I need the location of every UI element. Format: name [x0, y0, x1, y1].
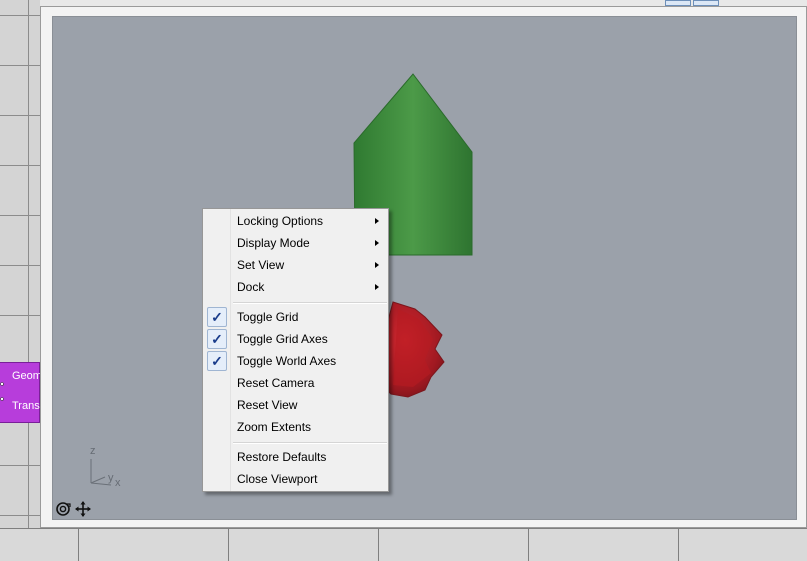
menu-separator: [233, 442, 387, 444]
menu-item-label: Restore Defaults: [237, 450, 327, 464]
menu-item-label: Zoom Extents: [237, 420, 312, 434]
submenu-arrow-icon: [375, 240, 379, 246]
menu-item-label: Toggle Grid: [237, 310, 299, 324]
menu-item-dock[interactable]: Dock: [205, 276, 386, 298]
checkmark-icon: ✓: [207, 351, 227, 371]
menu-item-restore-defaults[interactable]: Restore Defaults: [205, 446, 386, 468]
menu-item-toggle-world-axes[interactable]: ✓ Toggle World Axes: [205, 350, 386, 372]
submenu-arrow-icon: [375, 218, 379, 224]
checkmark-icon: ✓: [207, 329, 227, 349]
input-geometry-label: Geom: [12, 370, 40, 382]
menu-item-label: Reset View: [237, 398, 298, 412]
menu-item-toggle-grid-axes[interactable]: ✓ Toggle Grid Axes: [205, 328, 386, 350]
axis-z-label: z: [90, 445, 96, 457]
menu-item-reset-view[interactable]: Reset View: [205, 394, 386, 416]
3d-viewport[interactable]: z y x: [52, 16, 797, 520]
viewport-scene: [353, 73, 473, 398]
input-grip-icon[interactable]: [0, 396, 6, 402]
transform-component[interactable]: Geom Trans: [0, 362, 40, 423]
menu-item-label: Close Viewport: [237, 472, 318, 486]
submenu-arrow-icon: [375, 284, 379, 290]
menu-item-label: Reset Camera: [237, 376, 315, 390]
menu-item-label: Display Mode: [237, 236, 310, 250]
input-grip-icon[interactable]: [0, 381, 6, 387]
menu-item-toggle-grid[interactable]: ✓ Toggle Grid: [205, 306, 386, 328]
menu-item-label: Toggle World Axes: [237, 354, 337, 368]
menu-item-display-mode[interactable]: Display Mode: [205, 232, 386, 254]
menu-item-set-view[interactable]: Set View: [205, 254, 386, 276]
viewport-context-menu: Locking Options Display Mode Set View Do…: [202, 208, 389, 492]
menu-item-label: Toggle Grid Axes: [237, 332, 328, 346]
menu-item-zoom-extents[interactable]: Zoom Extents: [205, 416, 386, 438]
canvas-bottom-grid: [0, 528, 807, 561]
checkmark-icon: ✓: [207, 307, 227, 327]
menu-item-reset-camera[interactable]: Reset Camera: [205, 372, 386, 394]
axis-y-label: y: [108, 472, 114, 484]
submenu-arrow-icon: [375, 262, 379, 268]
menu-item-close-viewport[interactable]: Close Viewport: [205, 468, 386, 490]
pan-icon[interactable]: [75, 501, 91, 517]
axis-x-label: x: [115, 477, 121, 489]
menu-item-label: Set View: [237, 258, 285, 272]
menu-separator: [233, 302, 387, 304]
menu-item-label: Dock: [237, 280, 265, 294]
orbit-icon[interactable]: [55, 501, 71, 517]
menu-item-label: Locking Options: [237, 214, 324, 228]
input-transform-label: Trans: [12, 400, 40, 412]
menu-item-locking-options[interactable]: Locking Options: [205, 210, 386, 232]
